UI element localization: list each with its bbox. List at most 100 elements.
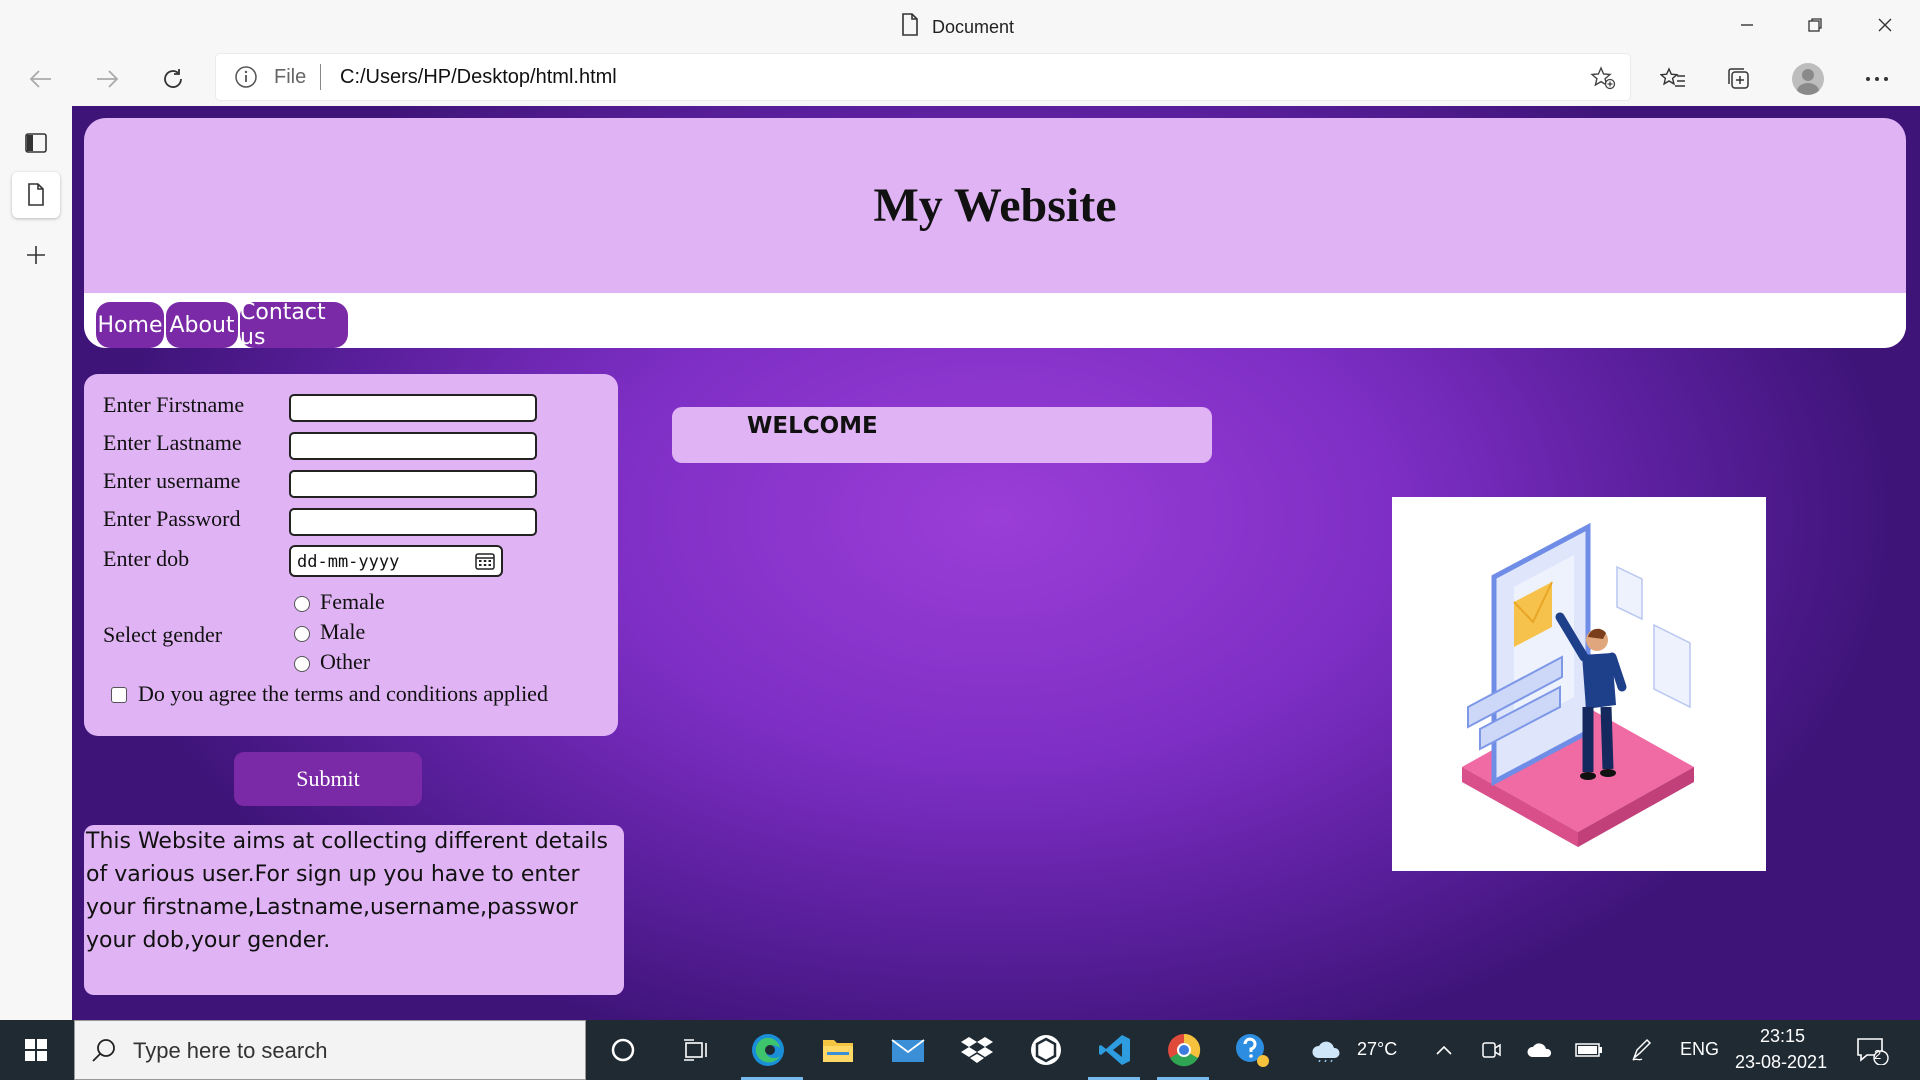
password-input[interactable]: [289, 508, 537, 536]
registration-form: Enter Firstname Enter Lastname Enter use…: [84, 374, 618, 736]
lastname-label: Enter Lastname: [103, 430, 242, 455]
window-title-text: Document: [932, 17, 1015, 37]
gender-label: Select gender: [103, 622, 223, 647]
dob-input[interactable]: dd-mm-yyyy: [289, 545, 503, 577]
address-url[interactable]: C:/Users/HP/Desktop/html.html: [340, 66, 617, 89]
folder-icon: [823, 1040, 853, 1062]
page-title: My Website: [873, 179, 1117, 232]
notifications-button[interactable]: 2: [1852, 1030, 1892, 1070]
tab-document[interactable]: [12, 172, 60, 218]
terms-label: Do you agree the terms and conditions ap…: [138, 681, 548, 706]
meet-now-button[interactable]: [1471, 1030, 1511, 1070]
pen-icon: [1632, 1038, 1652, 1061]
radio-other[interactable]: [294, 656, 310, 672]
taskbar-search[interactable]: Type here to search: [74, 1020, 586, 1080]
gender-option-male: Male: [320, 619, 366, 644]
info-icon[interactable]: [234, 65, 258, 94]
task-view-icon: [684, 1039, 707, 1061]
more-icon: [1866, 77, 1888, 81]
language-indicator[interactable]: ENG: [1680, 1039, 1719, 1060]
search-placeholder: Type here to search: [133, 1038, 328, 1063]
app-hexagon-icon: [1031, 1035, 1061, 1065]
browser-toolbar: File C:/Users/HP/Desktop/html.html: [0, 50, 1920, 106]
favorites-icon: [1660, 67, 1685, 87]
edge-taskbar-button[interactable]: [748, 1030, 788, 1070]
new-tab-button[interactable]: [12, 232, 60, 278]
firstname-label: Enter Firstname: [103, 392, 245, 417]
tab-actions-button[interactable]: [12, 120, 60, 166]
edge-icon: [752, 1034, 784, 1066]
clock-time[interactable]: 23:15: [1760, 1026, 1805, 1047]
collections-icon: [1728, 68, 1749, 89]
minimize-button[interactable]: [1732, 10, 1762, 40]
back-button[interactable]: [26, 64, 56, 94]
welcome-banner: WELCOME: [672, 407, 1212, 463]
onedrive-button[interactable]: [1520, 1030, 1560, 1070]
more-menu-button[interactable]: [1860, 62, 1894, 96]
help-icon: [1236, 1034, 1269, 1067]
window-title: Document: [900, 13, 1014, 42]
chrome-icon: [1168, 1033, 1201, 1067]
battery-button[interactable]: [1569, 1030, 1609, 1070]
cortana-button[interactable]: [603, 1030, 643, 1070]
dropbox-button[interactable]: [957, 1030, 997, 1070]
tab-panel-icon: [25, 133, 47, 153]
onedrive-icon: [1527, 1043, 1552, 1057]
radio-male[interactable]: [294, 626, 310, 642]
info-text-box: This Website aims at collecting differen…: [84, 825, 624, 995]
add-favorite-icon[interactable]: [1590, 66, 1616, 95]
file-explorer-button[interactable]: [818, 1030, 858, 1070]
chrome-button[interactable]: [1164, 1030, 1204, 1070]
dropbox-icon: [961, 1037, 993, 1063]
username-input[interactable]: [289, 470, 537, 498]
clock-date[interactable]: 23-08-2021: [1735, 1052, 1827, 1073]
favorites-button[interactable]: [1656, 62, 1690, 96]
radio-female[interactable]: [294, 596, 310, 612]
show-hidden-icons-button[interactable]: [1424, 1030, 1464, 1070]
gender-option-female: Female: [320, 589, 385, 614]
firstname-input[interactable]: [289, 394, 537, 422]
submit-button[interactable]: Submit: [234, 752, 422, 806]
task-view-button[interactable]: [676, 1030, 716, 1070]
start-button[interactable]: [16, 1030, 56, 1070]
restore-icon: [1808, 18, 1822, 32]
pen-button[interactable]: [1622, 1030, 1662, 1070]
arrow-right-icon: [97, 70, 119, 88]
notification-count: 2: [1874, 1047, 1882, 1062]
site-header: My Website Home About Contact us: [84, 118, 1906, 348]
hero-illustration: [1392, 497, 1766, 871]
app-button-1[interactable]: [1026, 1030, 1066, 1070]
arrow-left-icon: [29, 70, 51, 88]
welcome-text: WELCOME: [747, 413, 878, 439]
vscode-button[interactable]: [1095, 1030, 1135, 1070]
document-icon: [900, 13, 920, 42]
restore-button[interactable]: [1800, 10, 1830, 40]
dob-label: Enter dob: [103, 546, 190, 571]
mail-button[interactable]: [888, 1030, 928, 1070]
collections-button[interactable]: [1722, 62, 1756, 96]
weather-temperature: 27°C: [1357, 1039, 1398, 1059]
battery-icon: [1575, 1043, 1602, 1057]
vertical-tabs-sidebar: [0, 106, 73, 1020]
nav-link-home[interactable]: Home: [96, 302, 164, 348]
refresh-icon: [164, 69, 182, 88]
document-icon: [28, 183, 44, 206]
profile-button[interactable]: [1791, 62, 1825, 96]
avatar: [1792, 63, 1824, 95]
help-button[interactable]: [1232, 1030, 1272, 1070]
address-bar[interactable]: File C:/Users/HP/Desktop/html.html: [216, 54, 1630, 100]
cortana-icon: [611, 1038, 635, 1062]
nav-link-contact[interactable]: Contact us: [240, 300, 348, 348]
address-scheme-label: File: [274, 66, 307, 88]
weather-button[interactable]: [1307, 1030, 1347, 1070]
close-button[interactable]: [1870, 10, 1900, 40]
refresh-button[interactable]: [158, 64, 188, 94]
terms-checkbox[interactable]: [111, 687, 127, 703]
close-icon: [1878, 18, 1892, 32]
lastname-input[interactable]: [289, 432, 537, 460]
calendar-icon[interactable]: [475, 552, 495, 575]
nav-link-about[interactable]: About: [166, 302, 238, 348]
meet-now-icon: [1482, 1042, 1501, 1058]
search-icon: [91, 1037, 117, 1068]
forward-button[interactable]: [92, 64, 122, 94]
